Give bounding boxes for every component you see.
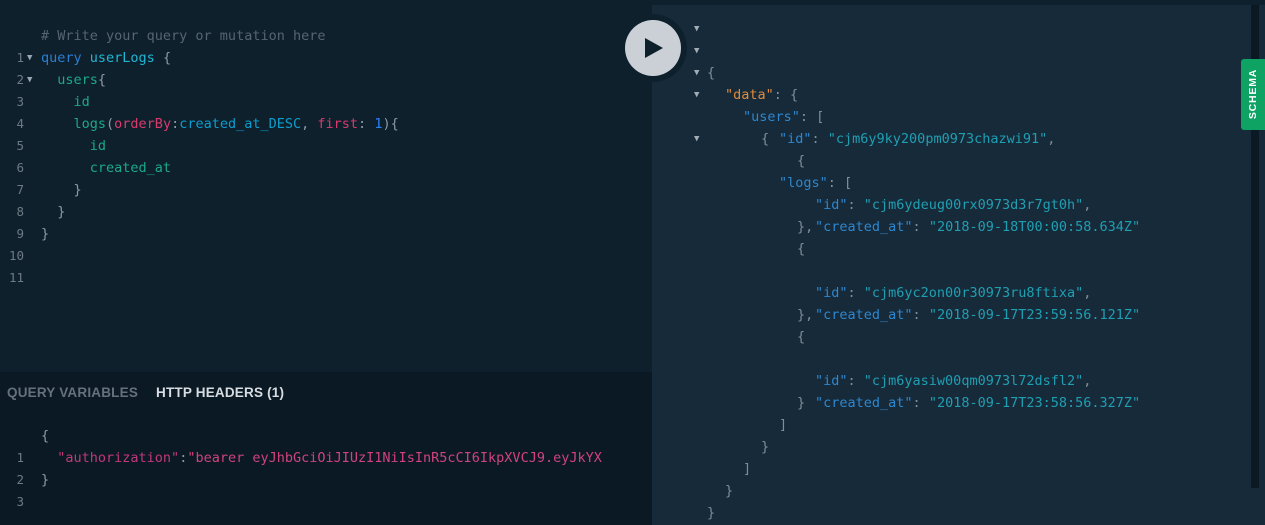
result-pane: ▼ { ▼ "data": { ▼ "users": [ ▼ { "id": "… [652, 5, 1252, 525]
result-line: ▼ "logs": [ [652, 128, 1252, 191]
operation-name: userLogs [89, 50, 155, 66]
headers-line: 2 "authorization":"bearer eyJhbGciOiJIUz… [16, 450, 602, 487]
result-line: } [761, 439, 770, 455]
editor-line: 8 } [16, 182, 82, 219]
fold-arrow-icon[interactable]: ▼ [694, 62, 699, 84]
arg-orderby: orderBy [114, 116, 172, 132]
result-line: { [797, 329, 806, 345]
result-line: "id": "cjm6ydeug00rx0973d3r7gt0h", [815, 197, 1092, 213]
result-line: { [797, 241, 806, 257]
editor-line: 3 ▼ users{ [0, 69, 652, 109]
field-created-at: created_at [89, 160, 172, 176]
tab-http-headers[interactable]: HTTP HEADERS (1) [156, 385, 284, 400]
result-line: { [797, 153, 806, 169]
fold-arrow-icon[interactable]: ▼ [694, 40, 699, 62]
editor-line: 11 [8, 270, 24, 285]
result-line: ] [743, 461, 752, 477]
query-comment: # Write your query or mutation here [41, 28, 326, 44]
field-logs: logs [73, 116, 107, 132]
result-line: } [797, 395, 806, 411]
run-query-button[interactable] [619, 14, 687, 82]
fold-arrow-icon[interactable]: ▼ [694, 84, 699, 106]
fold-arrow-icon[interactable]: ▼ [694, 128, 699, 150]
result-line: "created_at": "2018-09-17T23:59:56.121Z" [815, 307, 1141, 323]
result-line: }, [797, 307, 814, 323]
result-line: ] [779, 417, 788, 433]
schema-tab-label: SCHEMA [1247, 68, 1259, 120]
editor-line: 5 logs(orderBy:created_at_DESC, first: 1… [16, 116, 399, 153]
result-line: ▼ "users": [ [652, 62, 1252, 125]
editor-line: 10 } [8, 226, 50, 263]
result-line: "id": "cjm6yasiw00qm0973l72dsfl2", [815, 373, 1092, 389]
field-users: users [57, 72, 98, 88]
editor-line: 7 created_at [16, 160, 172, 197]
headers-editor[interactable]: 1 { 2 "authorization":"bearer eyJhbGciOi… [0, 414, 652, 525]
variables-tabs: QUERY VARIABLES HTTP HEADERS (1) [0, 372, 652, 414]
result-line: "id": "cjm6y9ky200pm0973chazwi91", [779, 131, 1056, 147]
editor-line: 6 id [16, 138, 107, 175]
header-value: "bearer eyJhbGciOiJIUzI1NiIsInR5cCI6IkpX… [187, 450, 602, 466]
headers-line: 3 } [16, 472, 50, 509]
editor-line: 1 # Write your query or mutation here [16, 28, 326, 65]
editor-line: 4 id [16, 94, 90, 131]
result-line: "id": "cjm6yc2on00r30973ru8ftixa", [815, 285, 1092, 301]
query-editor[interactable]: 1 # Write your query or mutation here 2 … [0, 5, 652, 372]
enum-value: created_at_DESC [179, 116, 302, 132]
query-keyword: query [41, 50, 82, 66]
schema-tab[interactable]: SCHEMA [1241, 59, 1265, 130]
result-line: }, [797, 219, 814, 235]
result-line: "created_at": "2018-09-17T23:58:56.327Z" [815, 395, 1141, 411]
arg-first: first [317, 116, 359, 132]
editor-line: 9 } [16, 204, 66, 241]
field-id: id [89, 138, 107, 154]
tab-query-variables[interactable]: QUERY VARIABLES [7, 385, 138, 400]
fold-arrow-icon[interactable]: ▼ [27, 47, 32, 69]
result-line: } [707, 505, 716, 521]
play-icon [645, 38, 663, 58]
result-line: "created_at": "2018-09-18T00:00:58.634Z" [815, 219, 1141, 235]
headers-line: 1 { [16, 428, 50, 465]
result-line: ▼ "data": { [652, 40, 1252, 103]
fold-arrow-icon[interactable]: ▼ [27, 69, 32, 91]
result-line: ▼ { [652, 18, 1252, 81]
header-key: "authorization" [57, 450, 180, 466]
editor-line: 2 ▼ query userLogs { [0, 47, 652, 87]
fold-arrow-icon[interactable]: ▼ [694, 18, 699, 40]
field-id: id [73, 94, 90, 110]
result-line: } [725, 483, 734, 499]
result-line: ▼ { [652, 84, 1252, 147]
